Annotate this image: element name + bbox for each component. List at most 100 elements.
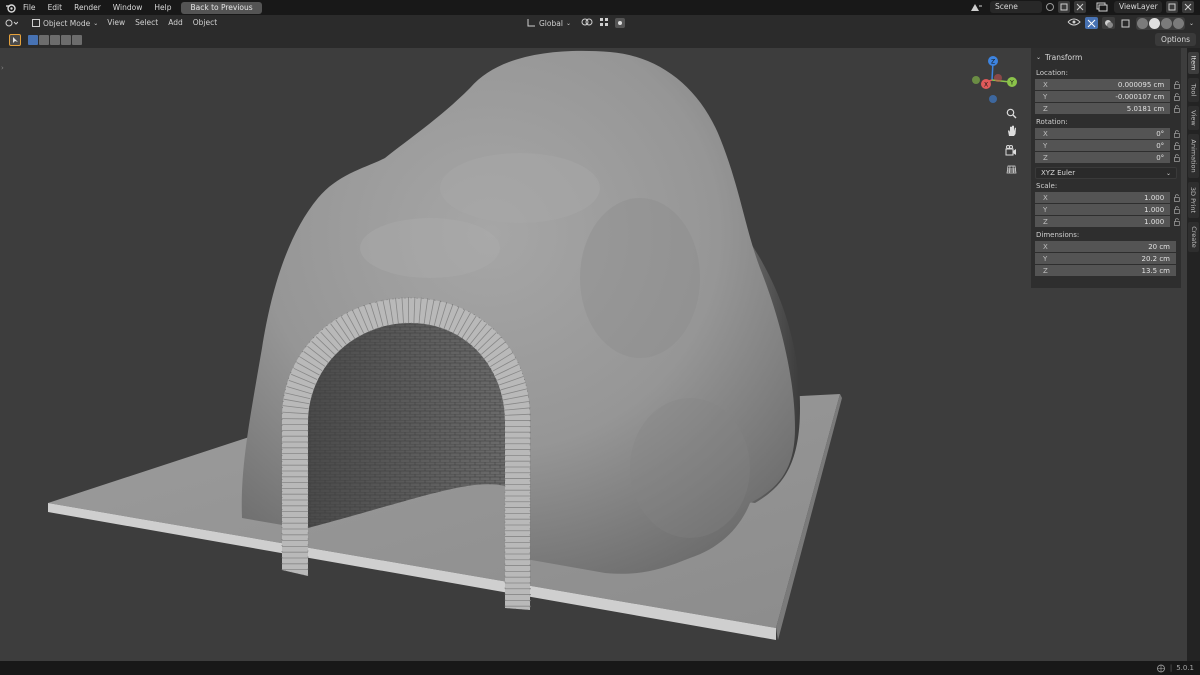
wireframe-shading-icon[interactable] [1136, 17, 1148, 29]
solid-shading-icon[interactable] [1148, 17, 1160, 29]
lock-icon[interactable] [1173, 93, 1181, 101]
tab-view[interactable]: View [1188, 106, 1199, 130]
tab-tool[interactable]: Tool [1188, 78, 1199, 102]
lock-icon[interactable] [1173, 105, 1181, 113]
visibility-icon[interactable] [1067, 17, 1081, 29]
navigation-gizmo[interactable]: Z Y X [962, 54, 1022, 114]
gizmo-neg-z-icon [989, 95, 997, 103]
camera-view-icon[interactable] [1004, 143, 1018, 157]
lock-icon[interactable] [1173, 142, 1181, 150]
dimensions-z-field[interactable]: Z 13.5 cm [1035, 265, 1176, 277]
scene-render [48, 50, 842, 640]
lock-icon[interactable] [1173, 154, 1181, 162]
orientation-icon [527, 18, 536, 29]
proportional-edit-icon[interactable] [614, 18, 625, 28]
orientation-dropdown[interactable]: Global ⌄ [523, 17, 575, 29]
rotation-x-field[interactable]: X 0° [1035, 128, 1171, 140]
lock-icon[interactable] [1173, 206, 1181, 214]
location-x-field[interactable]: X 0.000095 cm [1035, 79, 1171, 91]
lock-icon[interactable] [1173, 81, 1181, 89]
gizmo-neg-y-icon [972, 76, 980, 84]
scene-field[interactable]: Scene [990, 1, 1042, 13]
lock-icon[interactable] [1173, 218, 1181, 226]
scale-z-row: Z 1.000 [1035, 216, 1181, 228]
object-mode-icon [32, 19, 40, 27]
chevron-down-icon[interactable]: ⌄ [1189, 20, 1194, 27]
pivot-icon[interactable] [581, 17, 593, 29]
location-label: Location: [1036, 69, 1068, 77]
sidebar-tabs: Item Tool View Animation 3D Print Create [1187, 48, 1200, 661]
transform-tools: Global ⌄ [523, 16, 625, 30]
location-y-field[interactable]: Y -0.000107 cm [1035, 91, 1171, 103]
select-tool-icon[interactable] [9, 34, 21, 46]
select-new-icon[interactable] [28, 35, 38, 45]
tool-settings-row: Options [0, 31, 1200, 48]
sidebar-item-panel: ⌄ Transform Location: X 0.000095 cm Y -0.0… [1031, 48, 1181, 288]
zoom-icon[interactable] [1004, 106, 1018, 120]
menu-file[interactable]: File [17, 0, 42, 15]
rendered-shading-icon[interactable] [1172, 17, 1184, 29]
menu-select[interactable]: Select [130, 15, 163, 31]
3d-viewport[interactable]: Z Y X [0, 48, 1187, 661]
dimensions-label: Dimensions: [1036, 231, 1080, 239]
blender-logo-icon[interactable] [3, 0, 17, 15]
menu-render[interactable]: Render [68, 0, 107, 15]
select-extend-icon[interactable] [39, 35, 49, 45]
top-menu-bar: File Edit Render Window Help Back to Pre… [0, 0, 1200, 15]
scale-z-field[interactable]: Z 1.000 [1035, 216, 1171, 228]
material-shading-icon[interactable] [1160, 17, 1172, 29]
scene-icon[interactable] [970, 1, 986, 13]
svg-text:X: X [984, 82, 988, 89]
menu-add[interactable]: Add [163, 15, 188, 31]
menu-object[interactable]: Object [188, 15, 222, 31]
tab-create[interactable]: Create [1188, 222, 1199, 252]
new-view-layer-icon[interactable] [1166, 1, 1178, 13]
tab-item[interactable]: Item [1188, 52, 1199, 74]
back-to-previous-button[interactable]: Back to Previous [181, 1, 262, 14]
toolbar-toggle-icon[interactable]: › [1, 64, 4, 72]
snap-icon[interactable] [599, 17, 609, 29]
mode-dropdown[interactable]: Object Mode ⌄ [28, 17, 102, 29]
location-z-field[interactable]: Z 5.0181 cm [1035, 103, 1171, 115]
select-subtract-icon[interactable] [50, 35, 60, 45]
lock-icon[interactable] [1173, 130, 1181, 138]
perspective-toggle-icon[interactable] [1004, 162, 1018, 176]
pin-icon[interactable] [1046, 3, 1054, 11]
panel-title: Transform [1045, 52, 1083, 62]
overlay-toggle-icon[interactable] [1101, 17, 1115, 29]
xray-toggle-icon[interactable] [1119, 17, 1132, 29]
pan-hand-icon[interactable] [1004, 124, 1018, 138]
remove-view-layer-icon[interactable] [1182, 1, 1194, 13]
tab-animation[interactable]: Animation [1188, 134, 1199, 178]
options-dropdown[interactable]: Options [1155, 33, 1196, 46]
chevron-down-icon: ⌄ [1165, 169, 1171, 177]
rock-bump [360, 218, 500, 278]
dimensions-x-field[interactable]: X 20 cm [1035, 241, 1176, 253]
remove-scene-icon[interactable] [1074, 1, 1086, 13]
gizmo-neg-x-icon [994, 74, 1002, 82]
gizmo-toggle-icon[interactable] [1084, 17, 1098, 29]
menu-help[interactable]: Help [148, 0, 177, 15]
rotation-mode-dropdown[interactable]: XYZ Euler ⌄ [1035, 167, 1177, 179]
tab-3d-print[interactable]: 3D Print [1188, 182, 1199, 218]
select-intersect-icon[interactable] [72, 35, 82, 45]
dimensions-y-field[interactable]: Y 20.2 cm [1035, 253, 1176, 265]
editor-type-icon[interactable] [0, 16, 22, 30]
new-scene-icon[interactable] [1058, 1, 1070, 13]
menu-view[interactable]: View [102, 15, 130, 31]
rotation-label: Rotation: [1036, 118, 1068, 126]
transform-panel-header[interactable]: ⌄ Transform [1031, 48, 1181, 66]
menu-edit[interactable]: Edit [42, 0, 69, 15]
scale-x-field[interactable]: X 1.000 [1035, 192, 1171, 204]
rotation-z-field[interactable]: Z 0° [1035, 152, 1171, 164]
view-layer-field[interactable]: ViewLayer [1114, 1, 1162, 13]
chevron-down-icon: ⌄ [565, 19, 571, 27]
rotation-y-field[interactable]: Y 0° [1035, 140, 1171, 152]
select-invert-icon[interactable] [61, 35, 71, 45]
dimensions-z-row: Z 13.5 cm [1035, 265, 1181, 277]
menu-window[interactable]: Window [107, 0, 149, 15]
lock-icon[interactable] [1173, 194, 1181, 202]
rotation-z-row: Z 0° [1035, 152, 1181, 164]
scale-y-field[interactable]: Y 1.000 [1035, 204, 1171, 216]
view-layer-icon[interactable] [1096, 1, 1110, 13]
